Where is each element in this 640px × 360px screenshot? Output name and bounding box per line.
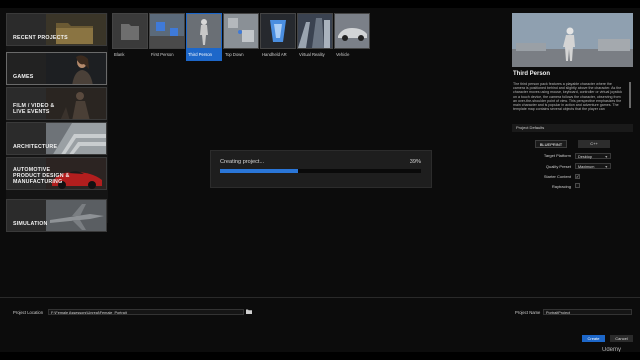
third-person-icon	[187, 14, 221, 48]
project-defaults-header: Project Defaults	[512, 124, 633, 132]
project-name-label: Project Name	[515, 310, 541, 315]
quality-preset-value: Maximum	[578, 165, 595, 169]
category-list: RECENT PROJECTS GAMES FILM / VIDEO & LIV…	[6, 13, 108, 232]
progress-fill	[220, 169, 299, 173]
template-preview-image	[512, 13, 633, 67]
virtual-reality-thumbnail	[297, 13, 333, 49]
starter-content-label: Starter Content	[543, 174, 571, 179]
top-down-thumbnail	[223, 13, 259, 49]
third-person-preview-icon	[512, 13, 633, 67]
vehicle-icon	[335, 14, 369, 48]
template-label: First Person	[151, 52, 174, 57]
template-label: Virtual Reality	[299, 52, 325, 57]
progress-dialog: Creating project... 39%	[210, 150, 432, 188]
category-label: FILM / VIDEO & LIVE EVENTS	[13, 103, 55, 115]
blank-icon	[113, 14, 147, 48]
category-recent-projects[interactable]: RECENT PROJECTS	[6, 13, 107, 46]
raytracing-label: Raytracing	[551, 184, 571, 189]
template-label: Third Person	[186, 49, 222, 61]
template-label: Blank	[114, 52, 125, 57]
starter-content-checkbox[interactable]: ✓	[575, 174, 580, 179]
first-person-thumbnail	[149, 13, 185, 49]
template-label: Vehicle	[336, 52, 350, 57]
template-first-person[interactable]: First Person	[149, 13, 185, 63]
progress-track	[220, 169, 421, 173]
first-person-icon	[150, 14, 184, 48]
cancel-button[interactable]: Cancel	[610, 335, 633, 342]
template-label: Top Down	[225, 52, 244, 57]
category-games[interactable]: GAMES	[6, 52, 107, 85]
quality-preset-label: Quality Preset	[545, 164, 571, 169]
template-third-person[interactable]: Third Person	[186, 13, 222, 63]
progress-title: Creating project...	[220, 159, 265, 165]
blueprint-toggle[interactable]: BLUEPRINT	[535, 140, 567, 148]
category-label: ARCHITECTURE	[13, 144, 58, 150]
target-platform-value: Desktop	[578, 155, 592, 159]
checkmark-icon: ✓	[576, 174, 580, 179]
progress-percent: 39%	[409, 159, 421, 165]
letterbox-bottom	[0, 352, 640, 360]
chevron-down-icon: ▼	[604, 155, 608, 159]
template-label: Handheld AR	[262, 52, 287, 57]
project-name-field[interactable]: PortraitProject	[543, 309, 632, 315]
template-virtual-reality[interactable]: Virtual Reality	[297, 13, 333, 63]
third-person-thumbnail	[186, 13, 222, 49]
create-button[interactable]: Create	[582, 335, 605, 342]
quality-preset-select[interactable]: Maximum ▼	[575, 163, 611, 169]
target-platform-select[interactable]: Desktop ▼	[575, 153, 611, 159]
browse-folder-icon[interactable]	[246, 309, 252, 314]
bottom-divider	[0, 297, 640, 298]
handheld-ar-thumbnail	[260, 13, 296, 49]
target-platform-label: Target Platform	[543, 153, 571, 158]
blank-thumbnail	[112, 13, 148, 49]
cpp-toggle[interactable]: C++	[578, 140, 610, 148]
template-title: Third Person	[513, 71, 551, 77]
handheld-ar-icon	[261, 14, 295, 48]
template-vehicle[interactable]: Vehicle	[334, 13, 370, 63]
description-scrollbar[interactable]	[629, 82, 631, 108]
virtual-reality-icon	[298, 14, 332, 48]
template-top-down[interactable]: Top Down	[223, 13, 259, 63]
category-label: SIMULATION	[13, 221, 48, 227]
project-location-label: Project Location	[13, 310, 44, 315]
raytracing-checkbox[interactable]	[575, 183, 580, 188]
category-architecture[interactable]: ARCHITECTURE	[6, 122, 107, 155]
vehicle-thumbnail	[334, 13, 370, 49]
project-location-field[interactable]: F:\Female Assessors\Unreal\Female_Portra…	[48, 309, 244, 315]
letterbox-top	[0, 0, 640, 8]
template-blank[interactable]: Blank	[112, 13, 148, 63]
chevron-down-icon: ▼	[604, 165, 608, 169]
category-automotive[interactable]: AUTOMOTIVE PRODUCT DESIGN & MANUFACTURIN…	[6, 157, 107, 190]
top-down-icon	[224, 14, 258, 48]
category-label: RECENT PROJECTS	[13, 35, 68, 41]
category-simulation[interactable]: SIMULATION	[6, 199, 107, 232]
category-label: GAMES	[13, 74, 34, 80]
template-handheld-ar[interactable]: Handheld AR	[260, 13, 296, 63]
category-film-video[interactable]: FILM / VIDEO & LIVE EVENTS	[6, 87, 107, 120]
template-description: The third person pack features a playabl…	[513, 82, 623, 112]
category-label: AUTOMOTIVE PRODUCT DESIGN & MANUFACTURIN…	[13, 167, 70, 185]
